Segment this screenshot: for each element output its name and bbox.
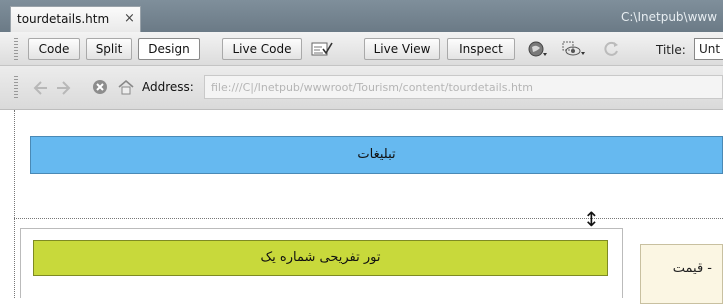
refresh-icon[interactable] [604, 41, 622, 57]
split-view-button[interactable]: Split [86, 38, 132, 60]
close-tab-icon[interactable]: × [124, 11, 135, 26]
price-label: - قیمت [672, 261, 712, 276]
title-label: Title: [656, 43, 686, 57]
div-outline-left [14, 110, 15, 298]
back-arrow-icon[interactable] [32, 80, 50, 96]
document-tab-bar: tourdetails.htm × C:\Inetpub\www [0, 0, 723, 32]
address-label: Address: [142, 80, 194, 94]
document-tab[interactable]: tourdetails.htm × [10, 6, 141, 32]
live-view-button[interactable]: Live View [364, 38, 440, 60]
live-code-button[interactable]: Live Code [222, 38, 302, 60]
document-toolbar: Code Split Design Live Code Live View In… [0, 32, 723, 66]
price-box[interactable]: - قیمت [640, 244, 723, 304]
design-view-button[interactable]: Design [138, 38, 200, 60]
document-tab-label: tourdetails.htm [17, 12, 110, 26]
div-outline-divider [14, 218, 723, 219]
code-view-button[interactable]: Code [28, 38, 80, 60]
stop-icon[interactable] [92, 79, 110, 95]
tour-one-heading[interactable]: تور تفریحی شماره یک [33, 240, 608, 276]
forward-arrow-icon[interactable] [56, 80, 74, 96]
design-view-canvas[interactable]: تبلیغات ↕ تور تفریحی شماره یک - قیمت [0, 110, 723, 304]
check-browser-icon[interactable] [311, 41, 333, 57]
ads-banner[interactable]: تبلیغات [30, 136, 723, 174]
home-icon[interactable] [117, 79, 135, 95]
title-input[interactable]: Unt [694, 38, 723, 60]
inspect-button[interactable]: Inspect [447, 38, 515, 60]
visual-aids-icon[interactable] [562, 41, 585, 57]
address-grip-icon[interactable] [14, 76, 18, 98]
globe-preview-icon[interactable] [528, 41, 547, 57]
browser-navigation-bar: Address: file:///C|/Inetpub/wwwroot/Tour… [0, 66, 723, 110]
toolbar-grip-icon[interactable] [14, 38, 18, 60]
document-path: C:\Inetpub\www [621, 10, 718, 24]
address-input[interactable]: file:///C|/Inetpub/wwwroot/Tourism/conte… [204, 75, 723, 99]
